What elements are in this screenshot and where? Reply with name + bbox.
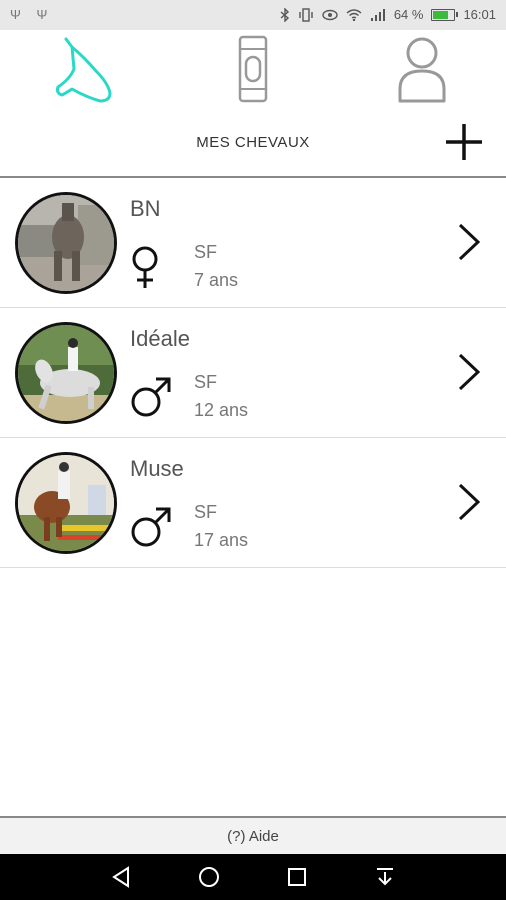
list-item[interactable]: Muse SF 17 ans xyxy=(0,438,506,568)
horse-boot-icon xyxy=(238,35,268,103)
male-icon xyxy=(131,507,171,547)
horse-age: 17 ans xyxy=(194,530,249,550)
status-right: 64 % 16:01 xyxy=(280,7,496,22)
vibrate-icon xyxy=(299,7,313,22)
tab-profile[interactable] xyxy=(337,30,506,108)
clock: 16:01 xyxy=(463,7,496,22)
chevron-right-icon[interactable] xyxy=(456,222,482,262)
status-bar: Ψ Ψ 64 % 16:01 xyxy=(0,0,506,30)
chevron-right-icon[interactable] xyxy=(456,352,482,392)
signal-icon xyxy=(370,8,385,21)
plus-icon[interactable] xyxy=(444,122,484,162)
avatar xyxy=(15,192,117,294)
female-icon xyxy=(132,246,158,288)
page-header: MES CHEVAUX xyxy=(0,108,506,178)
recents-icon xyxy=(288,868,306,886)
horse-photo xyxy=(18,325,114,421)
horse-head-icon xyxy=(56,37,112,103)
horse-breed: SF xyxy=(194,502,218,522)
android-nav-bar xyxy=(0,854,506,900)
horse-name: BN xyxy=(130,196,161,221)
usb-icons: Ψ Ψ xyxy=(10,7,54,22)
avatar xyxy=(15,322,117,424)
horse-photo xyxy=(18,195,114,291)
home-button[interactable] xyxy=(194,862,224,892)
horse-name: Idéale xyxy=(130,326,190,351)
battery-percent: 64 % xyxy=(393,7,424,22)
avatar xyxy=(15,452,117,554)
wifi-icon xyxy=(346,8,362,21)
chevron-right-icon[interactable] xyxy=(456,482,482,522)
horse-breed: SF xyxy=(194,242,218,262)
bluetooth-icon xyxy=(280,7,289,22)
horse-age: 7 ans xyxy=(194,270,239,290)
help-link[interactable]: (?) Aide xyxy=(0,816,506,856)
back-button[interactable] xyxy=(106,862,136,892)
tab-equipment[interactable] xyxy=(169,30,338,108)
home-icon xyxy=(199,867,219,887)
battery-icon xyxy=(431,8,459,21)
notification-pull-button[interactable] xyxy=(370,862,400,892)
list-item[interactable]: Idéale SF 12 ans xyxy=(0,308,506,438)
back-icon xyxy=(112,866,129,888)
horse-age: 12 ans xyxy=(194,400,249,420)
horse-list: BN SF 7 ans Idéale SF 12 ans Muse SF 17 … xyxy=(0,178,506,568)
top-tab-bar xyxy=(0,30,506,109)
page-title: MES CHEVAUX xyxy=(196,134,310,151)
tab-horses[interactable] xyxy=(0,30,169,108)
horse-name: Muse xyxy=(130,456,184,481)
horse-photo xyxy=(18,455,114,551)
horse-breed: SF xyxy=(194,372,218,392)
battery-fill xyxy=(433,10,448,19)
recents-button[interactable] xyxy=(282,862,312,892)
download-icon xyxy=(377,868,393,886)
user-profile-icon xyxy=(398,37,446,103)
list-item[interactable]: BN SF 7 ans xyxy=(0,178,506,308)
male-icon xyxy=(131,377,171,417)
eye-icon xyxy=(322,9,338,20)
